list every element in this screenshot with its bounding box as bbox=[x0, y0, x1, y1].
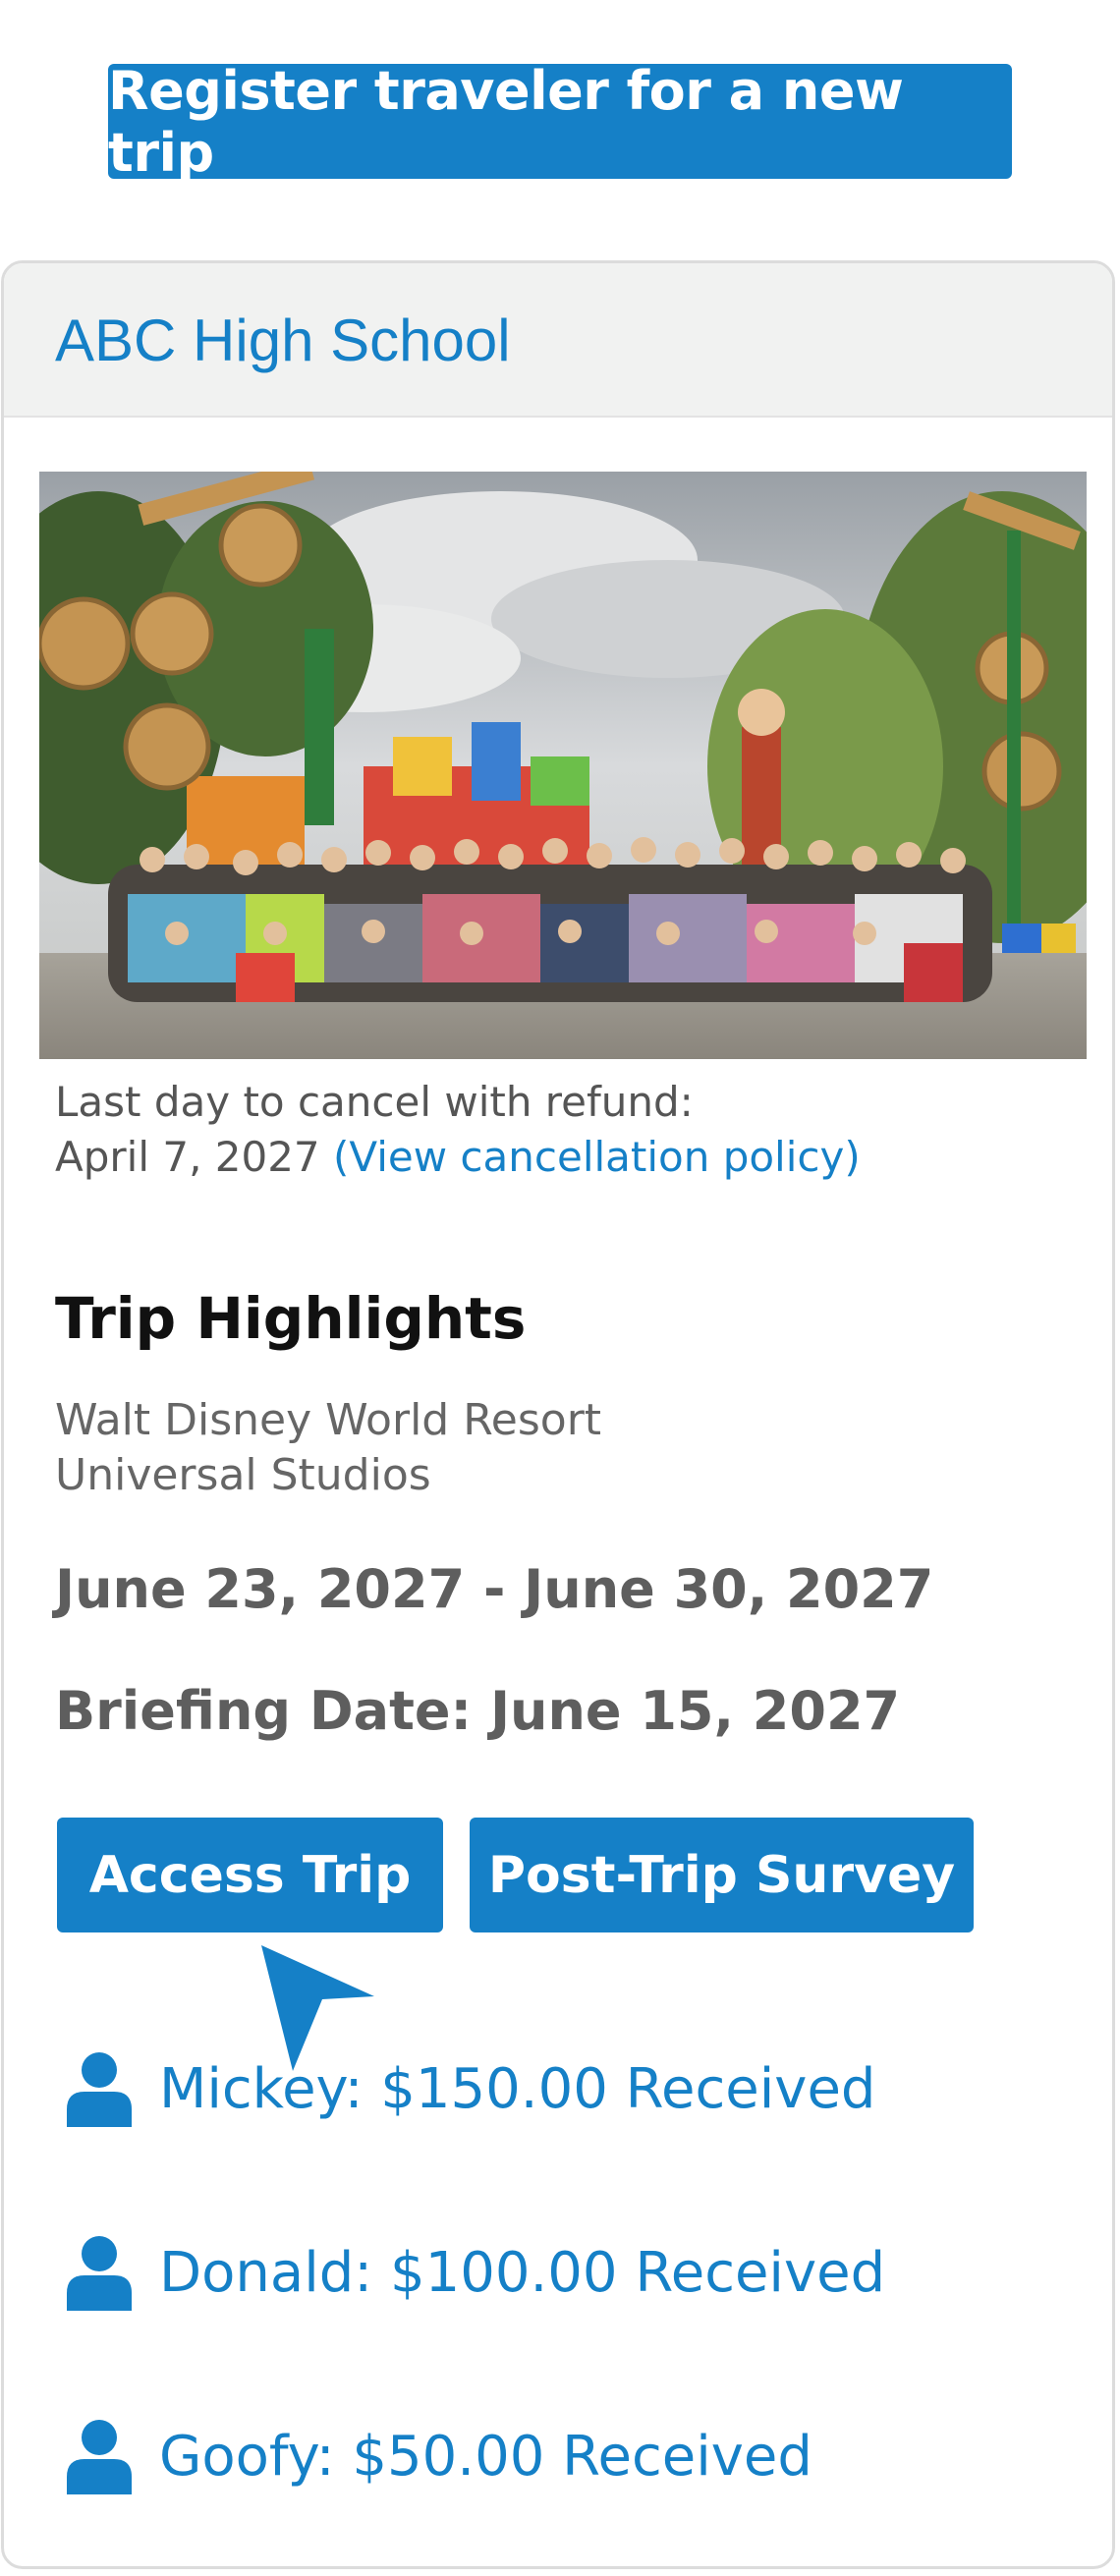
cancellation-policy-link[interactable]: (View cancellation policy) bbox=[333, 1133, 861, 1181]
briefing-date: Briefing Date: June 15, 2027 bbox=[55, 1680, 901, 1742]
cancellation-info: Last day to cancel with refund: April 7,… bbox=[55, 1075, 1096, 1185]
post-trip-survey-button[interactable]: Post-Trip Survey bbox=[470, 1818, 974, 1932]
traveler-donald[interactable]: Donald: $100.00 Received bbox=[65, 2228, 885, 2317]
trip-highlights-list: Walt Disney World Resort Universal Studi… bbox=[55, 1393, 601, 1503]
access-trip-button[interactable]: Access Trip bbox=[57, 1818, 443, 1932]
highlight-item: Walt Disney World Resort bbox=[55, 1395, 602, 1445]
person-icon bbox=[67, 2420, 132, 2494]
cancellation-date: April 7, 2027 bbox=[55, 1133, 320, 1181]
trip-highlights-title: Trip Highlights bbox=[55, 1285, 527, 1352]
page: Register traveler for a new trip ABC Hig… bbox=[0, 0, 1120, 2576]
trip-dates: June 23, 2027 - June 30, 2027 bbox=[55, 1558, 934, 1620]
school-name: ABC High School bbox=[55, 308, 511, 373]
cancellation-label: Last day to cancel with refund: bbox=[55, 1078, 694, 1126]
traveler-mickey[interactable]: Mickey: $150.00 Received bbox=[65, 2044, 875, 2133]
person-icon bbox=[67, 2052, 132, 2127]
trip-card: ABC High School Last day to cancel with … bbox=[1, 260, 1115, 2569]
trip-photo bbox=[39, 472, 1087, 1059]
trip-card-header: ABC High School bbox=[4, 263, 1112, 418]
register-traveler-button[interactable]: Register traveler for a new trip bbox=[108, 60, 1012, 184]
highlight-item: Universal Studios bbox=[55, 1450, 431, 1500]
traveler-goofy[interactable]: Goofy: $50.00 Received bbox=[65, 2412, 812, 2500]
person-icon bbox=[67, 2236, 132, 2311]
traveler-label: Donald: $100.00 Received bbox=[159, 2240, 886, 2305]
traveler-label: Goofy: $50.00 Received bbox=[159, 2424, 812, 2489]
traveler-label: Mickey: $150.00 Received bbox=[159, 2056, 876, 2121]
